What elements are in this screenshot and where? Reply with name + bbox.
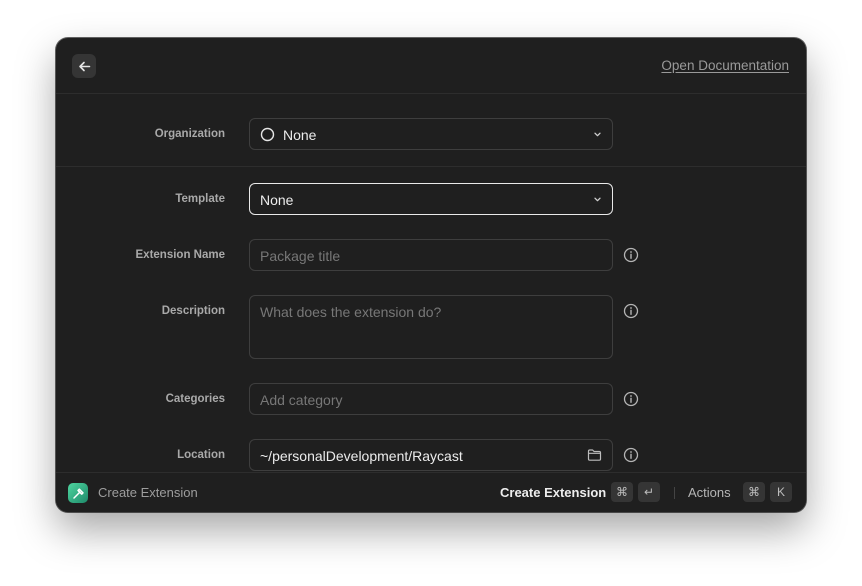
section-divider [56, 166, 806, 167]
create-extension-button[interactable]: Create Extension [500, 485, 606, 500]
description-placeholder: What does the extension do? [260, 304, 442, 320]
cmd-key-icon: ⌘ [611, 482, 633, 502]
create-extension-window: Open Documentation Organization None Tem… [56, 38, 806, 512]
info-icon[interactable] [623, 247, 639, 263]
template-value: None [260, 192, 294, 208]
k-key-icon: K [770, 482, 792, 502]
chevron-down-icon [594, 197, 601, 202]
action-bar: Create Extension Create Extension ⌘ ↵ Ac… [56, 472, 806, 512]
extension-name-placeholder: Package title [260, 248, 341, 264]
footer-separator [674, 487, 675, 499]
header-bar: Open Documentation [56, 38, 806, 94]
extension-logo [68, 483, 88, 503]
circle-icon [260, 127, 275, 142]
open-documentation-link[interactable]: Open Documentation [661, 58, 789, 73]
categories-label: Categories [165, 393, 225, 405]
location-value: ~/personalDevelopment/Raycast [260, 448, 463, 464]
template-label: Template [175, 193, 225, 205]
location-picker[interactable]: ~/personalDevelopment/Raycast [249, 439, 613, 471]
chevron-down-icon [594, 132, 601, 137]
info-icon[interactable] [623, 303, 639, 319]
extension-name-label: Extension Name [135, 249, 225, 261]
folder-icon[interactable] [587, 448, 602, 462]
arrow-left-icon [78, 61, 90, 71]
footer-title: Create Extension [98, 485, 198, 500]
categories-input[interactable]: Add category [249, 383, 613, 415]
info-icon[interactable] [623, 391, 639, 407]
info-icon[interactable] [623, 447, 639, 463]
hammer-icon [72, 487, 84, 499]
location-label: Location [177, 449, 225, 461]
return-key-icon: ↵ [638, 482, 660, 502]
template-dropdown[interactable]: None [249, 183, 613, 215]
cmd-key-icon: ⌘ [743, 482, 765, 502]
organization-value: None [283, 127, 317, 143]
description-textarea[interactable]: What does the extension do? [249, 295, 613, 359]
extension-name-input[interactable]: Package title [249, 239, 613, 271]
actions-button[interactable]: Actions [688, 485, 731, 500]
back-button[interactable] [72, 54, 96, 78]
categories-placeholder: Add category [260, 392, 343, 408]
organization-dropdown[interactable]: None [249, 118, 613, 150]
organization-label: Organization [154, 128, 225, 140]
description-label: Description [161, 305, 225, 317]
